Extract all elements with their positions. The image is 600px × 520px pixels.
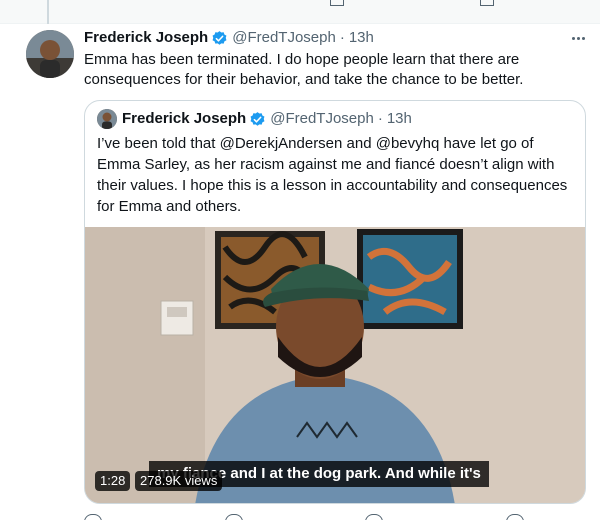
previous-tweet-strip — [0, 0, 600, 24]
quote-avatar-image — [97, 109, 117, 129]
retweet-icon[interactable] — [330, 0, 344, 6]
retweet-icon[interactable] — [224, 514, 243, 520]
tweet-timestamp[interactable]: 13h — [349, 28, 374, 48]
tweet-header: Frederick Joseph @FredTJoseph · 13h — [84, 28, 374, 48]
more-options-icon[interactable] — [566, 28, 590, 48]
share-icon[interactable] — [480, 0, 494, 6]
quoted-tweet[interactable]: Frederick Joseph @FredTJoseph · 13h I’ve… — [84, 100, 586, 504]
quote-header: Frederick Joseph @FredTJoseph · 13h — [97, 109, 412, 129]
quote-text: I’ve been told that @DerekjAndersen and … — [97, 135, 568, 215]
tweet-actions — [84, 514, 524, 520]
quote-timestamp[interactable]: 13h — [387, 109, 412, 129]
tweet[interactable]: Frederick Joseph @FredTJoseph · 13h Emma… — [10, 24, 600, 520]
share-icon[interactable] — [505, 514, 524, 520]
author-avatar[interactable] — [26, 30, 74, 78]
video-player[interactable]: my fiance and I at the dog park. And whi… — [85, 227, 585, 503]
reply-icon[interactable] — [84, 514, 102, 520]
separator-dot: · — [377, 110, 383, 127]
thread-line — [47, 0, 49, 24]
like-icon[interactable] — [365, 514, 384, 520]
quote-author-avatar[interactable] — [97, 109, 117, 129]
avatar-image — [26, 30, 74, 78]
author-handle[interactable]: @FredTJoseph — [232, 28, 336, 48]
quote-author-name[interactable]: Frederick Joseph — [122, 109, 246, 129]
separator-dot: · — [339, 29, 345, 46]
verified-badge-icon — [250, 111, 265, 126]
video-views: 278.9K views — [135, 471, 223, 491]
video-duration: 1:28 — [95, 471, 131, 491]
author-name[interactable]: Frederick Joseph — [84, 28, 208, 48]
tweet-text: Emma has been terminated. I do hope peop… — [84, 51, 524, 88]
verified-badge-icon — [212, 30, 227, 45]
quote-author-handle[interactable]: @FredTJoseph — [270, 109, 374, 129]
